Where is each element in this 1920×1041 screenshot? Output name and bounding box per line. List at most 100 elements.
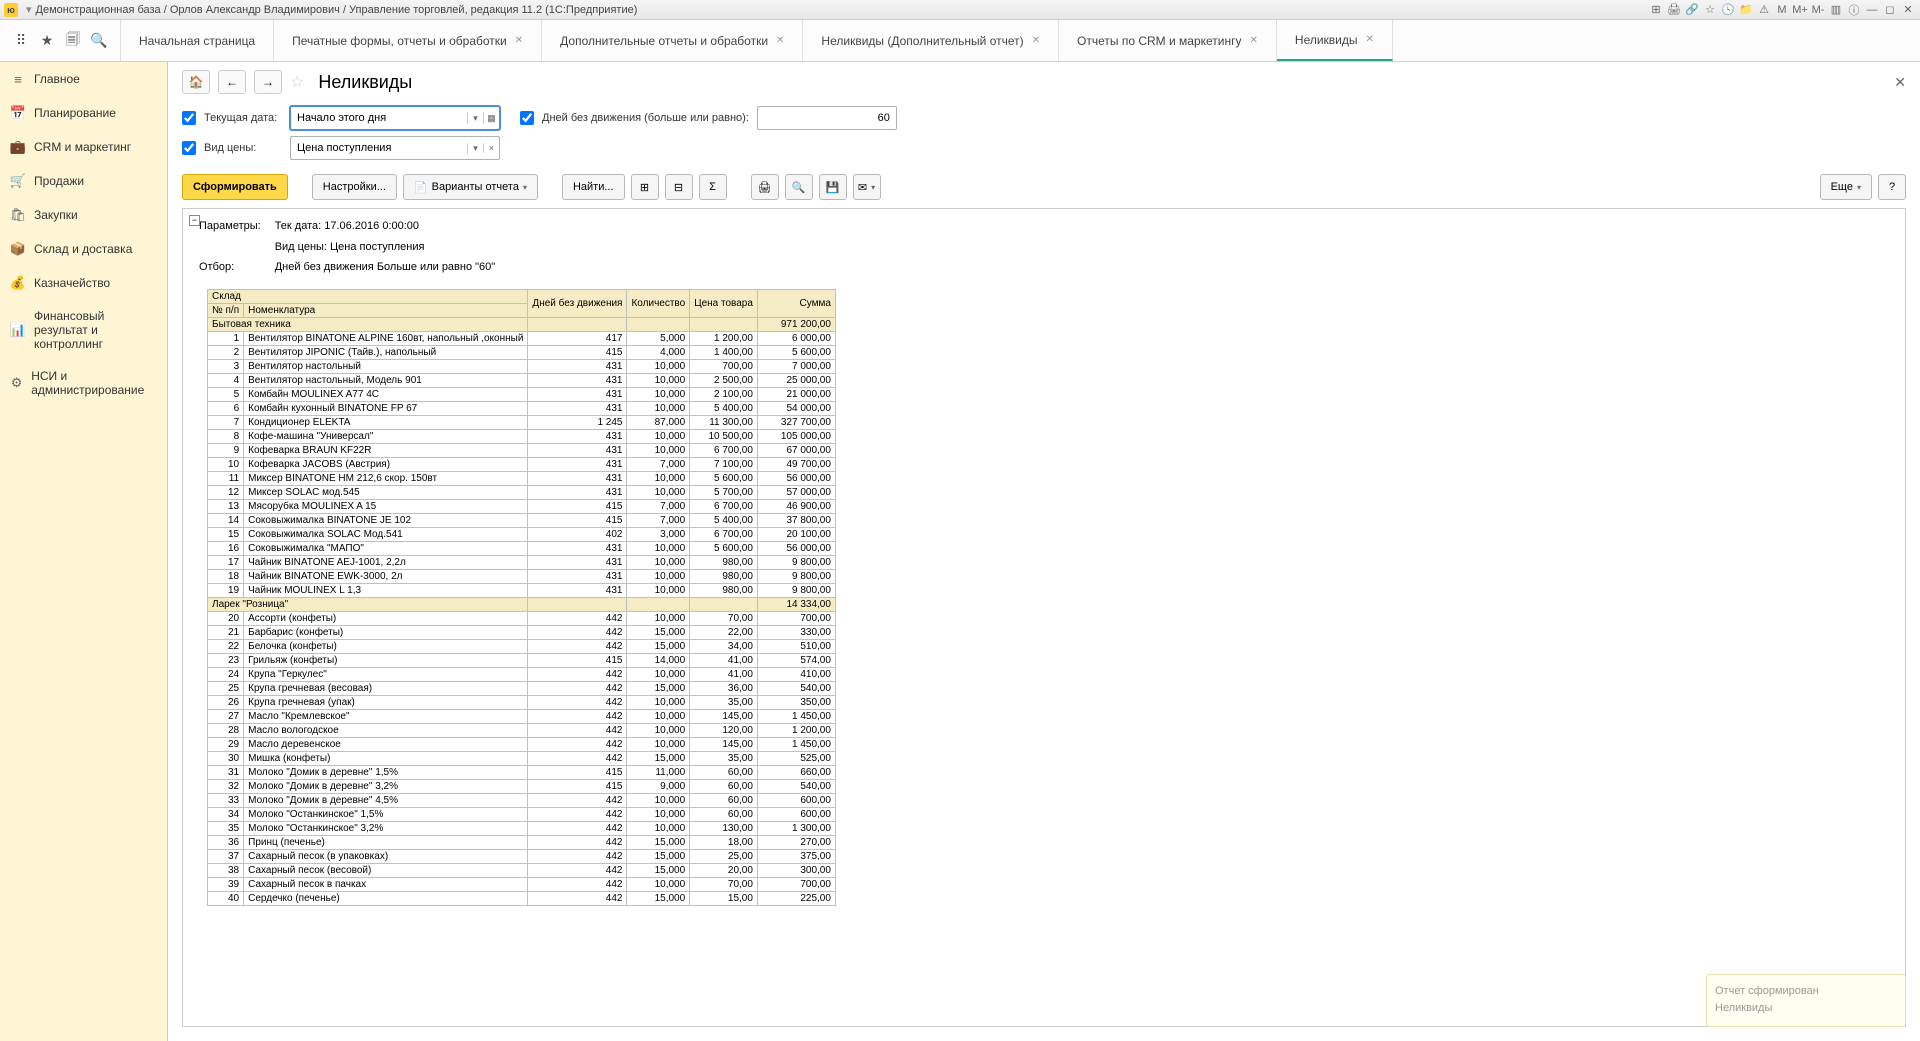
table-row[interactable]: 6Комбайн кухонный BINATONE FP 6743110,00… [208, 401, 836, 415]
table-row[interactable]: 35Молоко "Останкинское" 3,2%44210,000130… [208, 821, 836, 835]
price-enable-checkbox[interactable] [182, 141, 196, 155]
panel-icon[interactable]: ▥ [1828, 2, 1844, 18]
minimize-icon[interactable]: — [1864, 2, 1880, 18]
table-row[interactable]: 39Сахарный песок в пачках44210,00070,007… [208, 877, 836, 891]
calc-icon[interactable]: ⊞ [1648, 2, 1664, 18]
sidebar-item-0[interactable]: ≡Главное [0, 62, 167, 96]
apps-icon[interactable]: ⠿ [12, 32, 30, 50]
expand-button[interactable]: ⊞ [631, 174, 659, 200]
table-row[interactable]: 29Масло деревенское44210,000145,001 450,… [208, 737, 836, 751]
print-icon[interactable]: 🖨 [1666, 2, 1682, 18]
table-row[interactable]: 33Молоко "Домик в деревне" 4,5%44210,000… [208, 793, 836, 807]
price-clear-icon[interactable]: × [483, 143, 499, 153]
report-area[interactable]: − Параметры:Тек дата: 17.06.2016 0:00:00… [182, 208, 1906, 1027]
search-icon[interactable]: 🔍 [90, 32, 108, 50]
favorite-toggle[interactable]: ☆ [290, 72, 304, 92]
notification[interactable]: Отчет сформирован Неликвиды [1706, 974, 1906, 1027]
table-row[interactable]: 7Кондиционер ELEKTA1 24587,00011 300,003… [208, 415, 836, 429]
mail-button[interactable]: ✉▾ [853, 174, 881, 200]
more-button[interactable]: Еще▾ [1820, 174, 1872, 200]
table-row[interactable]: 38Сахарный песок (весовой)44215,00020,00… [208, 863, 836, 877]
table-row[interactable]: 19Чайник MOULINEX L 1,343110,000980,009 … [208, 583, 836, 597]
info-icon[interactable]: ⓘ [1846, 2, 1862, 18]
days-input[interactable] [757, 106, 897, 130]
sidebar-item-8[interactable]: ⚙НСИ и администрирование [0, 360, 167, 406]
table-row[interactable]: 25Крупа гречневая (весовая)44215,00036,0… [208, 681, 836, 695]
table-row[interactable]: 1Вентилятор BINATONE ALPINE 160вт, напол… [208, 331, 836, 345]
table-row[interactable]: 31Молоко "Домик в деревне" 1,5%41511,000… [208, 765, 836, 779]
settings-button[interactable]: Настройки... [312, 174, 397, 200]
collapse-button[interactable]: ⊟ [665, 174, 693, 200]
tab-close-icon[interactable]: ✕ [515, 35, 523, 46]
table-row[interactable]: 8Кофе-машина "Универсал"43110,00010 500,… [208, 429, 836, 443]
table-row[interactable]: 10Кофеварка JACOBS (Австрия)4317,0007 10… [208, 457, 836, 471]
price-input[interactable] [291, 142, 467, 154]
close-icon[interactable]: ✕ [1900, 2, 1916, 18]
table-row[interactable]: 20Ассорти (конфеты)44210,00070,00700,00 [208, 611, 836, 625]
folder-icon[interactable]: 📁 [1738, 2, 1754, 18]
clock-icon[interactable]: 🕓 [1720, 2, 1736, 18]
print-button[interactable]: 🖨 [751, 174, 779, 200]
tab-close-icon[interactable]: ✕ [1032, 35, 1040, 46]
table-row[interactable]: 11Миксер BINATONE HM 212,6 скор. 150вт43… [208, 471, 836, 485]
table-row[interactable]: 28Масло вологодское44210,000120,001 200,… [208, 723, 836, 737]
table-row[interactable]: 23Грильяж (конфеты)41514,00041,00574,00 [208, 653, 836, 667]
table-row[interactable]: 27Масло "Кремлевское"44210,000145,001 45… [208, 709, 836, 723]
tab-close-icon[interactable]: ✕ [1366, 34, 1374, 45]
preview-button[interactable]: 🔍 [785, 174, 813, 200]
table-row[interactable]: 22Белочка (конфеты)44215,00034,00510,00 [208, 639, 836, 653]
table-row[interactable]: 13Мясорубка MOULINEX A 154157,0006 700,0… [208, 499, 836, 513]
sidebar-item-3[interactable]: 🛒Продажи [0, 164, 167, 198]
table-row[interactable]: 40Сердечко (печенье)44215,00015,00225,00 [208, 891, 836, 905]
table-row[interactable]: 30Мишка (конфеты)44215,00035,00525,00 [208, 751, 836, 765]
table-row[interactable]: 16Соковыжималка "МАПО"43110,0005 600,005… [208, 541, 836, 555]
table-row[interactable]: 9Кофеварка BRAUN KF22R43110,0006 700,006… [208, 443, 836, 457]
sidebar-item-1[interactable]: 📅Планирование [0, 96, 167, 130]
warn-icon[interactable]: ⚠ [1756, 2, 1772, 18]
tab-close-icon[interactable]: ✕ [776, 35, 784, 46]
sidebar-item-6[interactable]: 💰Казначейство [0, 266, 167, 300]
date-combo[interactable]: ▾ ▦ [290, 106, 500, 130]
mminus-icon[interactable]: M- [1810, 2, 1826, 18]
save-button[interactable]: 💾 [819, 174, 847, 200]
group-row[interactable]: Ларек "Розница"14 334,00 [208, 597, 836, 611]
page-close-button[interactable]: ✕ [1894, 74, 1906, 91]
find-button[interactable]: Найти... [562, 174, 625, 200]
tab-close-icon[interactable]: ✕ [1250, 35, 1258, 46]
table-row[interactable]: 26Крупа гречневая (упак)44210,00035,0035… [208, 695, 836, 709]
tab-2[interactable]: Дополнительные отчеты и обработки✕ [542, 20, 803, 61]
days-enable-checkbox[interactable] [520, 111, 534, 125]
table-row[interactable]: 24Крупа "Геркулес"44210,00041,00410,00 [208, 667, 836, 681]
fav-icon[interactable]: ★ [38, 32, 56, 50]
table-row[interactable]: 34Молоко "Останкинское" 1,5%44210,00060,… [208, 807, 836, 821]
date-enable-checkbox[interactable] [182, 111, 196, 125]
table-row[interactable]: 17Чайник BINATONE AEJ-1001, 2,2л43110,00… [208, 555, 836, 569]
date-input[interactable] [291, 112, 467, 124]
table-row[interactable]: 4Вентилятор настольный, Модель 90143110,… [208, 373, 836, 387]
tab-5[interactable]: Неликвиды✕ [1277, 20, 1393, 61]
history-icon[interactable]: 🗐 [64, 32, 82, 50]
tab-1[interactable]: Печатные формы, отчеты и обработки✕ [274, 20, 542, 61]
maximize-icon[interactable]: ◻ [1882, 2, 1898, 18]
date-dropdown-icon[interactable]: ▾ [467, 113, 483, 124]
tab-4[interactable]: Отчеты по CRM и маркетингу✕ [1059, 20, 1277, 61]
forward-button[interactable]: → [254, 70, 282, 94]
sum-button[interactable]: Σ [699, 174, 727, 200]
star-icon[interactable]: ☆ [1702, 2, 1718, 18]
table-row[interactable]: 14Соковыжималка BINATONE JE 1024157,0005… [208, 513, 836, 527]
mplus-icon[interactable]: M+ [1792, 2, 1808, 18]
table-row[interactable]: 12Миксер SOLAC мод.54543110,0005 700,005… [208, 485, 836, 499]
tree-toggle-params[interactable]: − [189, 215, 200, 226]
variants-button[interactable]: 📄Варианты отчета▾ [403, 174, 538, 200]
m-icon[interactable]: M [1774, 2, 1790, 18]
sidebar-item-7[interactable]: 📊Финансовый результат и контроллинг [0, 300, 167, 360]
table-row[interactable]: 37Сахарный песок (в упаковках)44215,0002… [208, 849, 836, 863]
table-row[interactable]: 21Барбарис (конфеты)44215,00022,00330,00 [208, 625, 836, 639]
table-row[interactable]: 15Соковыжималка SOLAC Мод.5414023,0006 7… [208, 527, 836, 541]
tab-3[interactable]: Неликвиды (Дополнительный отчет)✕ [803, 20, 1059, 61]
table-row[interactable]: 2Вентилятор JIPONIC (Тайв.), напольный41… [208, 345, 836, 359]
back-button[interactable]: ← [218, 70, 246, 94]
group-row[interactable]: Бытовая техника971 200,00 [208, 317, 836, 331]
dropdown-icon[interactable]: ▾ [26, 3, 32, 16]
home-button[interactable]: 🏠 [182, 70, 210, 94]
